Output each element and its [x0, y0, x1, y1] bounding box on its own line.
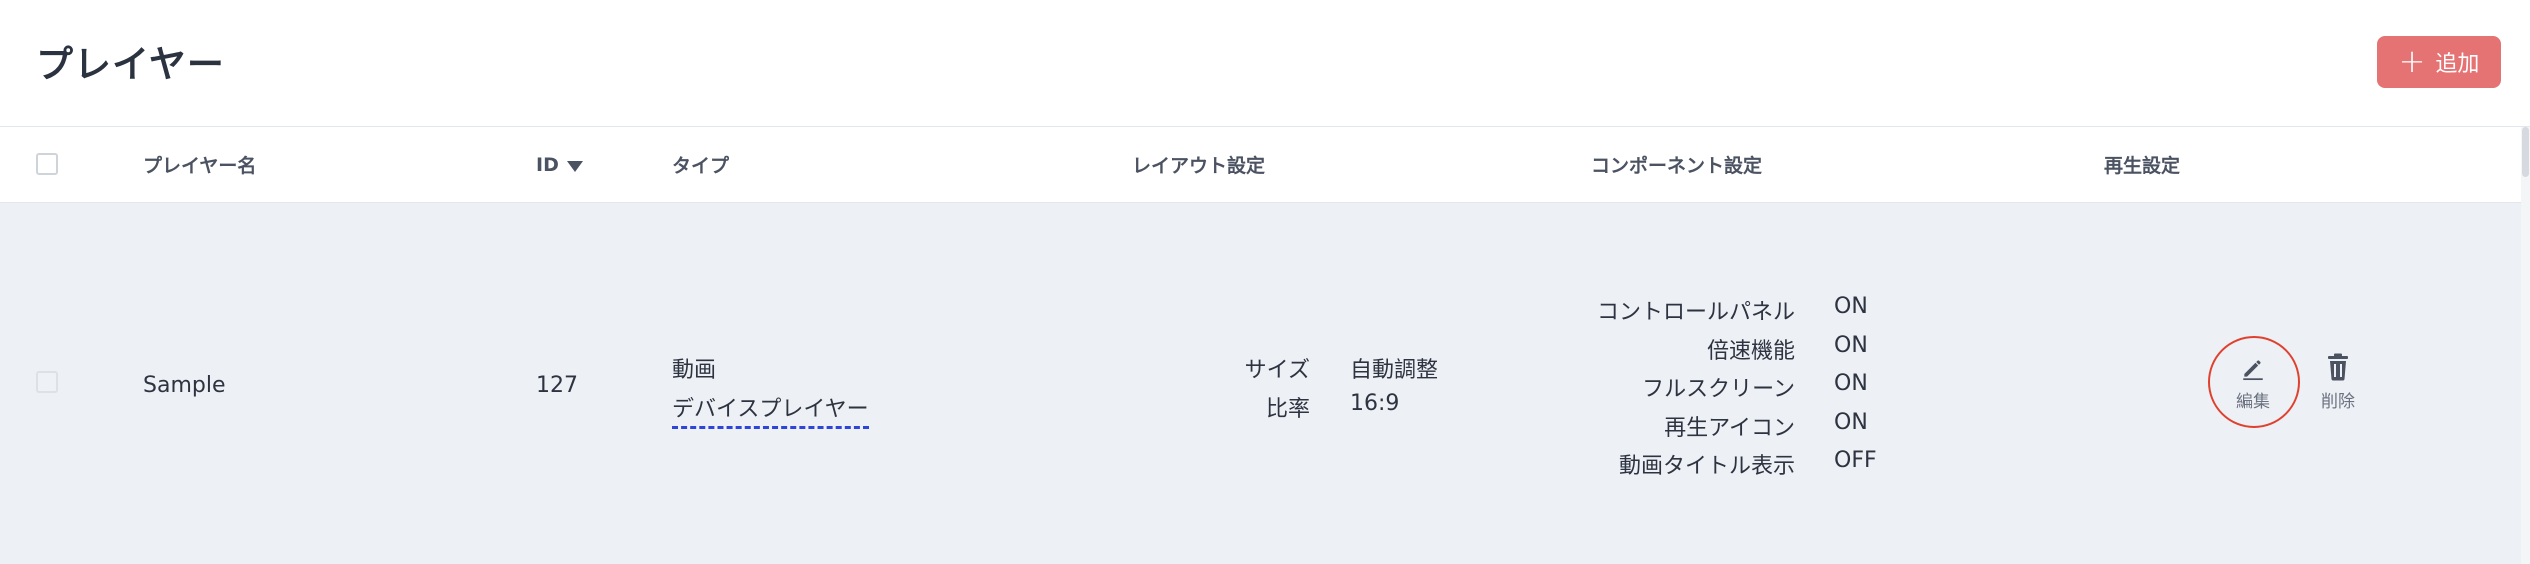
column-header-id[interactable]: ID	[536, 127, 583, 202]
component-value: OFF	[1834, 448, 1877, 473]
players-page: プレイヤー + 追加 プレイヤー名 ID タイプ レイアウト設定 コンポーネント…	[0, 0, 2530, 564]
layout-size-value: 自動調整	[1350, 358, 1439, 383]
scrollbar-thumb[interactable]	[2522, 127, 2529, 177]
component-value: ON	[1834, 371, 1868, 396]
layout-size-key: サイズ	[1244, 358, 1310, 383]
player-type-sub-link[interactable]: デバイスプレイヤー	[672, 391, 869, 429]
column-header-id-label: ID	[536, 153, 559, 176]
delete-label: 削除	[2321, 392, 2355, 412]
plus-icon: +	[2398, 41, 2426, 80]
player-id: 127	[536, 373, 578, 398]
column-header-name[interactable]: プレイヤー名	[143, 127, 256, 202]
device-player-label: デバイスプレイヤー	[672, 397, 869, 429]
table-header: プレイヤー名 ID タイプ レイアウト設定 コンポーネント設定 再生設定	[0, 127, 2530, 203]
page-title: プレイヤー	[36, 43, 225, 86]
sort-down-icon	[566, 160, 583, 172]
component-value: ON	[1834, 294, 1868, 319]
delete-button[interactable]: 削除	[2313, 353, 2363, 412]
layout-ratio-value: 16:9	[1350, 391, 1400, 416]
column-header-type[interactable]: タイプ	[672, 127, 729, 202]
select-all-checkbox[interactable]	[36, 153, 58, 175]
component-key: 再生アイコン	[1664, 416, 1795, 441]
table-row[interactable]: Sample 127 動画 デバイスプレイヤー サイズ 自動調整 比率 16:9…	[0, 203, 2530, 564]
add-player-button[interactable]: + 追加	[2377, 36, 2501, 88]
scrollbar-track[interactable]	[2521, 127, 2530, 564]
column-header-playback[interactable]: 再生設定	[2104, 127, 2180, 202]
add-button-label: 追加	[2435, 52, 2480, 77]
column-header-component[interactable]: コンポーネント設定	[1591, 127, 1762, 202]
component-key: フルスクリーン	[1642, 377, 1795, 402]
component-value: ON	[1834, 410, 1868, 435]
component-key: 動画タイトル表示	[1618, 454, 1795, 479]
component-key: コントロールパネル	[1596, 300, 1795, 325]
player-name: Sample	[143, 373, 226, 398]
page-header: プレイヤー + 追加	[0, 0, 2530, 127]
trash-icon	[2328, 353, 2348, 381]
component-key: 倍速機能	[1706, 339, 1795, 364]
layout-ratio-key: 比率	[1265, 397, 1310, 422]
column-header-layout[interactable]: レイアウト設定	[1132, 127, 1265, 202]
row-checkbox[interactable]	[36, 371, 58, 393]
player-type-main: 動画	[672, 358, 717, 383]
edit-highlight-circle	[2208, 336, 2300, 428]
component-value: ON	[1834, 333, 1868, 358]
